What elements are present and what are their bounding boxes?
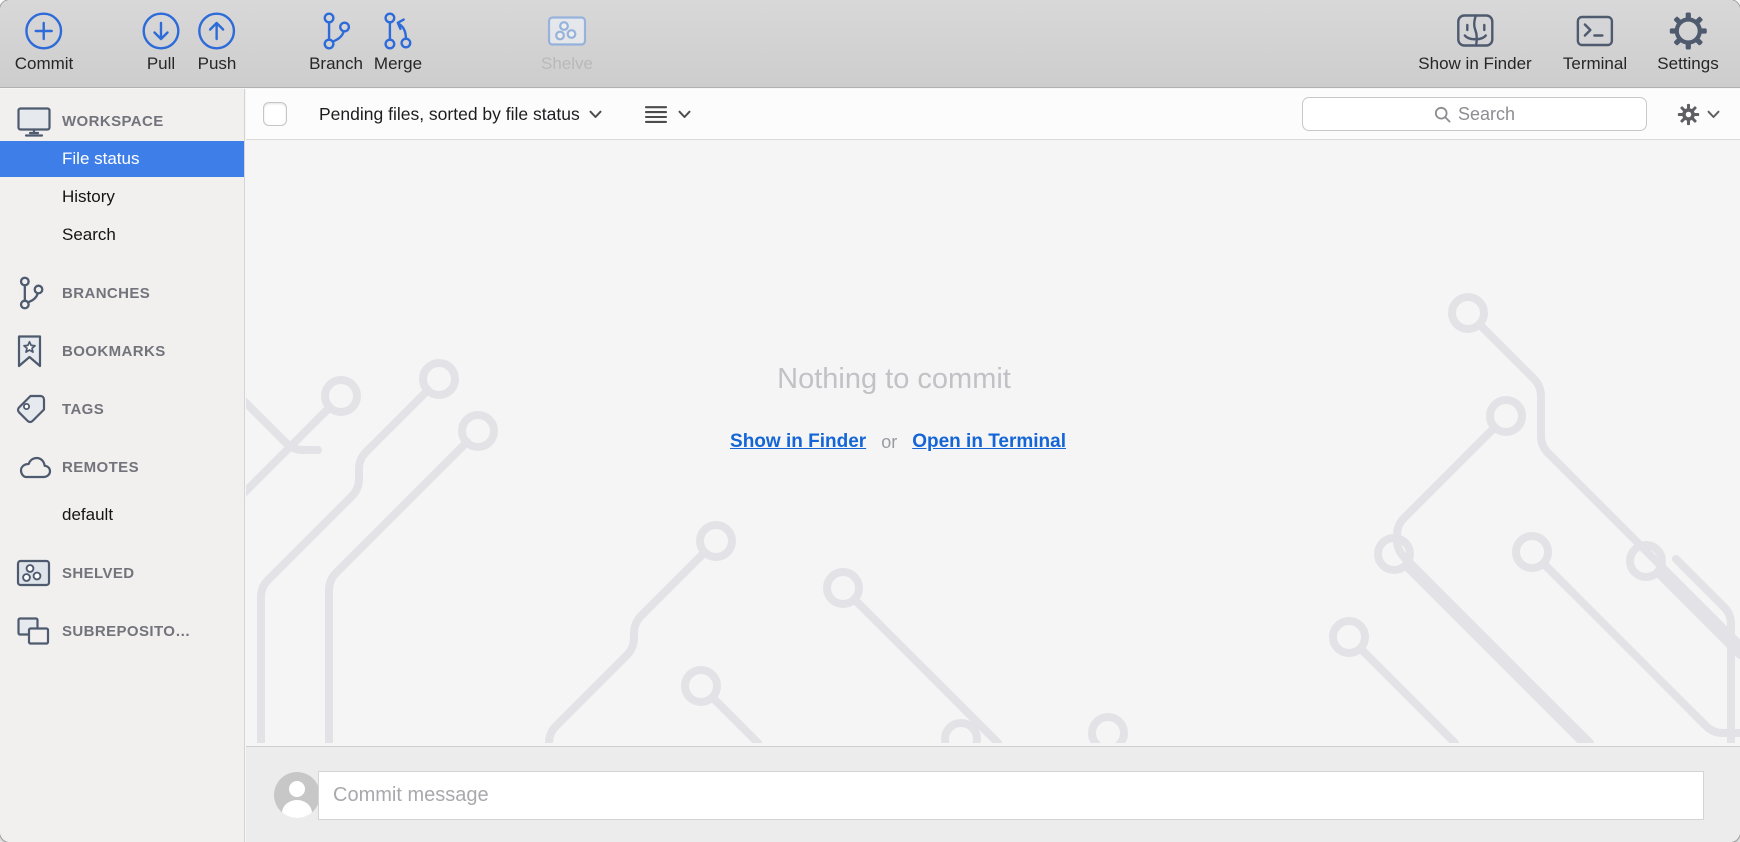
main-panel: Pending files, sorted by file status S <box>246 89 1740 842</box>
sidebar-item-file-status[interactable]: File status <box>0 141 244 177</box>
finder-icon <box>1455 8 1495 54</box>
stage-all-checkbox[interactable] <box>263 102 287 126</box>
pull-button-label: Pull <box>147 54 175 74</box>
commit-message-input[interactable] <box>318 771 1704 820</box>
sidebar-item-label: Search <box>62 225 116 245</box>
search-icon <box>1434 106 1451 123</box>
merge-button[interactable]: Merge <box>374 8 422 74</box>
settings-button-label: Settings <box>1657 54 1718 74</box>
main-toolbar: Commit Pull Push <box>0 0 1740 88</box>
chevron-down-icon <box>1707 110 1720 119</box>
file-status-content: Nothing to commit Show in Finder or Open… <box>246 141 1740 746</box>
commit-button[interactable]: Commit <box>15 8 74 74</box>
search-placeholder: Search <box>1458 104 1515 125</box>
sidebar-section-label: SHELVED <box>62 565 135 582</box>
terminal-button[interactable]: Terminal <box>1563 8 1627 74</box>
empty-state-links: Show in Finder or Open in Terminal <box>730 431 1066 453</box>
empty-state-title: Nothing to commit <box>777 363 1011 396</box>
options-gear-menu[interactable] <box>1677 103 1720 126</box>
pending-files-dropdown[interactable]: Pending files, sorted by file status <box>319 104 602 125</box>
branch-button-label: Branch <box>309 54 363 74</box>
pull-arrow-down-circle-icon <box>142 8 180 54</box>
pending-files-dropdown-label: Pending files, sorted by file status <box>319 104 580 125</box>
sidebar-section-remotes[interactable]: REMOTES <box>0 449 244 485</box>
settings-button[interactable]: Settings <box>1657 8 1718 74</box>
filter-bar: Pending files, sorted by file status S <box>246 89 1740 140</box>
show-in-finder-link[interactable]: Show in Finder <box>730 431 866 453</box>
branch-icon <box>16 275 60 311</box>
chevron-down-icon <box>589 110 602 119</box>
push-button-label: Push <box>198 54 237 74</box>
sidebar-item-label: default <box>62 505 113 525</box>
terminal-button-label: Terminal <box>1563 54 1627 74</box>
sidebar-item-label: File status <box>62 149 139 169</box>
sidebar-item-history[interactable]: History <box>0 179 244 215</box>
open-in-terminal-link[interactable]: Open in Terminal <box>912 431 1066 453</box>
commit-plus-circle-icon <box>25 8 63 54</box>
merge-button-label: Merge <box>374 54 422 74</box>
shelve-button-label: Shelve <box>541 54 593 74</box>
search-input[interactable]: Search <box>1302 97 1647 131</box>
shelve-icon <box>545 8 589 54</box>
subrepositories-icon <box>16 616 60 647</box>
gear-icon <box>1677 103 1700 126</box>
cloud-icon <box>16 454 60 481</box>
sidebar: WORKSPACE File status History Search BRA… <box>0 89 245 842</box>
branch-icon <box>319 8 353 54</box>
sidebar-item-remote-default[interactable]: default <box>0 497 244 533</box>
bookmark-icon <box>16 334 60 369</box>
sidebar-section-shelved[interactable]: SHELVED <box>0 555 244 591</box>
sidebar-section-label: REMOTES <box>62 459 139 476</box>
shelf-icon <box>16 559 60 587</box>
links-separator: or <box>881 432 897 453</box>
sidebar-item-label: History <box>62 187 115 207</box>
commit-button-label: Commit <box>15 54 74 74</box>
push-button[interactable]: Push <box>198 8 237 74</box>
monitor-icon <box>16 106 60 137</box>
sidebar-section-bookmarks[interactable]: BOOKMARKS <box>0 333 244 369</box>
sidebar-section-tags[interactable]: TAGS <box>0 391 244 427</box>
sidebar-section-branches[interactable]: BRANCHES <box>0 275 244 311</box>
sidebar-section-label: BOOKMARKS <box>62 343 166 360</box>
sidebar-section-subrepositories[interactable]: SUBREPOSITO… <box>0 613 244 649</box>
pull-button[interactable]: Pull <box>142 8 180 74</box>
view-mode-dropdown[interactable] <box>644 105 691 124</box>
sidebar-section-label: WORKSPACE <box>62 113 164 130</box>
list-view-icon <box>644 105 668 124</box>
sidebar-section-label: BRANCHES <box>62 285 150 302</box>
merge-icon <box>381 8 415 54</box>
sidebar-section-label: TAGS <box>62 401 104 418</box>
show-in-finder-button[interactable]: Show in Finder <box>1418 8 1531 74</box>
branch-button[interactable]: Branch <box>309 8 363 74</box>
sidebar-section-label: SUBREPOSITO… <box>62 623 191 640</box>
sidebar-item-search[interactable]: Search <box>0 217 244 253</box>
avatar <box>274 772 320 818</box>
tag-icon <box>16 392 60 426</box>
chevron-down-icon <box>678 110 691 119</box>
sourcetree-window: Commit Pull Push <box>0 0 1740 842</box>
gear-icon <box>1668 8 1708 54</box>
commit-bar <box>246 746 1740 842</box>
terminal-icon <box>1575 8 1615 54</box>
shelve-button[interactable]: Shelve <box>541 8 593 74</box>
show-in-finder-button-label: Show in Finder <box>1418 54 1531 74</box>
push-arrow-up-circle-icon <box>198 8 236 54</box>
person-icon <box>289 781 305 797</box>
sidebar-section-workspace[interactable]: WORKSPACE <box>0 103 244 139</box>
